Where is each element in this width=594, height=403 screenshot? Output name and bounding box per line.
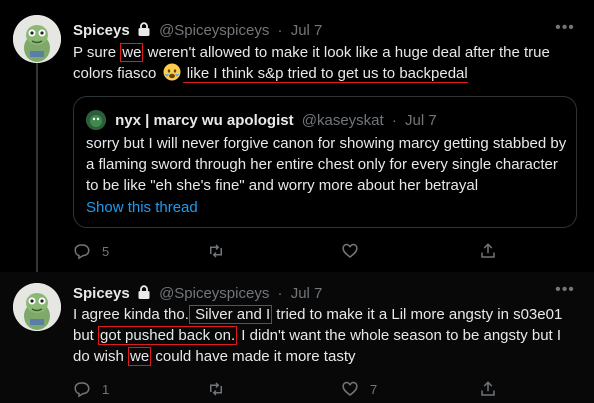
display-name[interactable]: Spiceys xyxy=(73,285,130,302)
highlighted-text: got pushed back on. xyxy=(98,326,238,345)
reply-button[interactable]: 5 xyxy=(73,241,109,261)
reply-count: 1 xyxy=(102,381,110,397)
reply-icon xyxy=(74,244,90,260)
highlighted-text: Silver and I xyxy=(188,305,273,324)
quote-avatar xyxy=(86,110,106,130)
text-segment: I agree kinda tho. xyxy=(73,306,189,323)
quote-display-name: nyx | marcy wu apologist xyxy=(115,112,294,129)
more-options-icon[interactable]: ••• xyxy=(555,282,575,304)
handle[interactable]: @Spiceyspiceys xyxy=(159,22,269,39)
tweet-1-header: Spiceys @Spiceyspiceys · Jul 7 xyxy=(73,21,322,41)
separator: · xyxy=(277,22,283,39)
retweet-button[interactable] xyxy=(207,241,236,261)
show-thread-link[interactable]: Show this thread xyxy=(86,198,198,218)
tweet-2-actions: 1 7 xyxy=(73,379,553,399)
tweet-1-actions: 5 xyxy=(73,241,553,261)
timestamp[interactable]: Jul 7 xyxy=(291,285,323,302)
share-button[interactable] xyxy=(479,379,497,399)
like-button[interactable] xyxy=(341,241,370,261)
quote-header: nyx | marcy wu apologist @kaseyskat · Ju… xyxy=(86,110,437,131)
like-button[interactable]: 7 xyxy=(341,379,377,399)
more-options-icon[interactable]: ••• xyxy=(555,20,575,42)
text-segment: could have made it more tasty xyxy=(151,348,356,365)
lock-icon xyxy=(137,22,151,43)
underlined-text: like I think s&p tried to get us to back… xyxy=(182,65,468,83)
tweet-2-header: Spiceys @Spiceyspiceys · Jul 7 xyxy=(73,284,322,304)
heart-icon xyxy=(342,243,358,258)
avatar[interactable] xyxy=(13,283,61,331)
retweet-icon xyxy=(210,382,222,396)
timestamp[interactable]: Jul 7 xyxy=(291,22,323,39)
retweet-button[interactable] xyxy=(207,379,236,399)
highlighted-text: we xyxy=(128,347,152,366)
reply-count: 5 xyxy=(102,243,110,259)
display-name[interactable]: Spiceys xyxy=(73,22,130,39)
crying-face-emoji-icon xyxy=(163,63,181,81)
reply-button[interactable]: 1 xyxy=(73,379,109,399)
text-segment: P sure xyxy=(73,44,121,61)
handle[interactable]: @Spiceyspiceys xyxy=(159,285,269,302)
share-icon xyxy=(481,381,495,396)
avatar[interactable] xyxy=(13,15,61,63)
reply-icon xyxy=(74,382,90,398)
share-icon xyxy=(481,243,495,258)
lock-icon xyxy=(137,285,151,306)
like-count: 7 xyxy=(370,381,378,397)
share-button[interactable] xyxy=(479,241,497,261)
quote-text: sorry but I will never forgive canon for… xyxy=(86,135,567,194)
separator: · xyxy=(391,112,397,129)
tweet-1-text: P sure we weren't allowed to make it loo… xyxy=(73,42,578,84)
separator: · xyxy=(277,285,283,302)
tweet-2-text: I agree kinda tho. Silver and I tried to… xyxy=(73,304,578,367)
quote-handle: @kaseyskat xyxy=(301,112,384,129)
quote-timestamp: Jul 7 xyxy=(405,112,437,129)
heart-icon xyxy=(342,381,358,396)
quoted-tweet[interactable]: nyx | marcy wu apologist @kaseyskat · Ju… xyxy=(73,96,577,228)
retweet-icon xyxy=(210,244,222,258)
highlighted-text: we xyxy=(120,43,144,62)
